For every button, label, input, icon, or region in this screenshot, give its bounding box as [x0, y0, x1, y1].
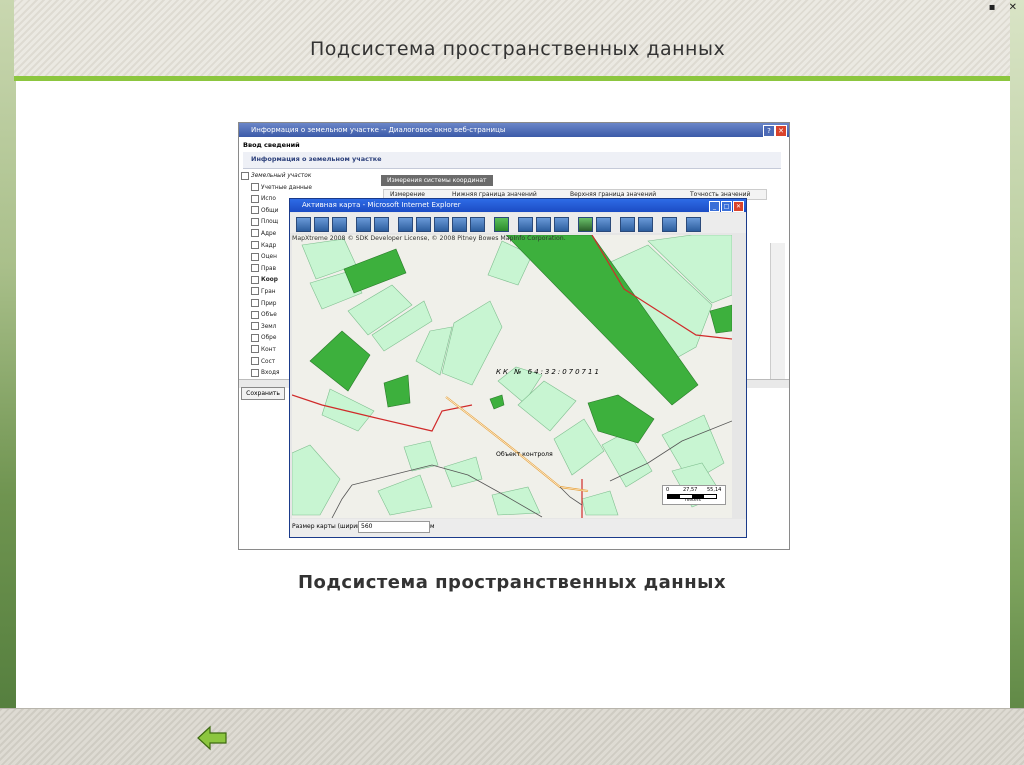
map-size-bar: Размер карты (ширина) 560 м — [290, 519, 746, 537]
zoom-icon[interactable] — [398, 217, 413, 232]
back-arrow-icon[interactable] — [196, 725, 228, 751]
background-strip-left — [0, 0, 16, 764]
checkbox-icon[interactable] — [251, 217, 259, 226]
checkbox-icon[interactable] — [251, 264, 259, 273]
help-icon[interactable]: ? — [763, 125, 775, 137]
panel-title: Информация о земельном участке — [251, 155, 382, 163]
info-icon[interactable] — [494, 217, 509, 232]
scale-bar: 0 27,57 55,14 meters — [662, 485, 726, 505]
window-controls[interactable]: ▪ ✕ — [989, 2, 1022, 13]
pan-icon[interactable] — [434, 217, 449, 232]
checkbox-icon[interactable] — [251, 252, 259, 261]
map-size-label: Размер карты (ширина) — [292, 523, 368, 530]
right-scroll-panel — [770, 243, 785, 379]
slide-footer — [0, 708, 1024, 765]
grid-icon[interactable] — [620, 217, 635, 232]
map-canvas[interactable] — [292, 235, 732, 518]
zoom-out-icon[interactable] — [374, 217, 389, 232]
dialog-title: Информация о земельном участке -- Диалог… — [251, 126, 506, 134]
slide-header: Подсистема пространственных данных — [14, 0, 1010, 81]
zoom-in-icon[interactable] — [356, 217, 371, 232]
layers-icon[interactable] — [314, 217, 329, 232]
coordinates-panel: Измерения системы координат Измерение Ни… — [381, 175, 777, 200]
map-window-title: Активная карта - Microsoft Internet Expl… — [302, 201, 461, 209]
layer-control-icon[interactable] — [578, 217, 593, 232]
home-icon[interactable] — [296, 217, 311, 232]
tree-item[interactable]: Земельный участок — [241, 171, 325, 183]
tree-item[interactable]: Учетные данные — [241, 183, 325, 195]
map-toolbar — [290, 213, 746, 233]
checkbox-icon[interactable] — [251, 275, 259, 284]
map-copyright: MapXtreme 2008 © SDK Developer License, … — [292, 235, 566, 242]
checkbox-icon[interactable] — [251, 194, 259, 203]
legend-icon[interactable] — [596, 217, 611, 232]
tab-coordinates[interactable]: Измерения системы координат — [381, 175, 493, 186]
dialog-titlebar: Информация о земельном участке -- Диалог… — [239, 123, 789, 137]
column-header: Нижняя граница значений — [452, 191, 537, 198]
settings-icon[interactable] — [554, 217, 569, 232]
checkbox-icon[interactable] — [251, 241, 259, 250]
maximize-icon[interactable]: □ — [721, 201, 732, 212]
screenshot-image: Информация о земельном участке -- Диалог… — [238, 122, 790, 550]
object-label: Объект контроля — [496, 451, 553, 458]
ruler-icon[interactable] — [470, 217, 485, 232]
checkbox-icon[interactable] — [251, 299, 259, 308]
select-icon[interactable] — [332, 217, 347, 232]
checkbox-icon[interactable] — [251, 357, 259, 365]
document-icon[interactable] — [518, 217, 533, 232]
checkbox-icon[interactable] — [251, 310, 259, 319]
map-window: Активная карта - Microsoft Internet Expl… — [289, 198, 747, 538]
export-icon[interactable] — [686, 217, 701, 232]
table-icon[interactable] — [536, 217, 551, 232]
checkbox-icon[interactable] — [251, 229, 259, 238]
map-size-input[interactable]: 560 — [358, 521, 430, 533]
slide-caption: Подсистема пространственных данных — [297, 572, 727, 593]
zoom-out-icon[interactable] — [416, 217, 431, 232]
panel-header: Информация о земельном участке — [243, 152, 781, 169]
cadastral-number: КК № 64:32:070711 — [496, 368, 601, 376]
checkbox-icon[interactable] — [251, 322, 259, 331]
checkbox-icon[interactable] — [251, 368, 259, 377]
expand-icon[interactable] — [241, 171, 249, 180]
checkbox-icon[interactable] — [251, 333, 259, 342]
checkbox-icon[interactable] — [251, 287, 259, 296]
close-icon[interactable]: ✕ — [775, 125, 787, 137]
checkbox-icon[interactable] — [251, 183, 259, 192]
minimize-icon[interactable]: _ — [709, 201, 720, 212]
column-header: Измерение — [390, 191, 425, 198]
column-header: Точность значений — [690, 191, 751, 198]
column-header: Верхняя граница значений — [570, 191, 657, 198]
checkbox-icon[interactable] — [251, 206, 259, 215]
page-title: Подсистема пространственных данных — [310, 38, 726, 60]
checkbox-icon[interactable] — [251, 345, 259, 354]
refresh-icon[interactable] — [638, 217, 653, 232]
close-icon[interactable]: ✕ — [733, 201, 744, 212]
center-icon[interactable] — [452, 217, 467, 232]
input-section-label: Ввод сведений — [243, 141, 300, 149]
map-window-titlebar: Активная карта - Microsoft Internet Expl… — [290, 199, 746, 212]
map-size-unit: м — [430, 523, 435, 530]
save-button[interactable]: Сохранить — [241, 387, 285, 400]
background-strip-right — [1010, 0, 1024, 764]
save-icon[interactable] — [662, 217, 677, 232]
